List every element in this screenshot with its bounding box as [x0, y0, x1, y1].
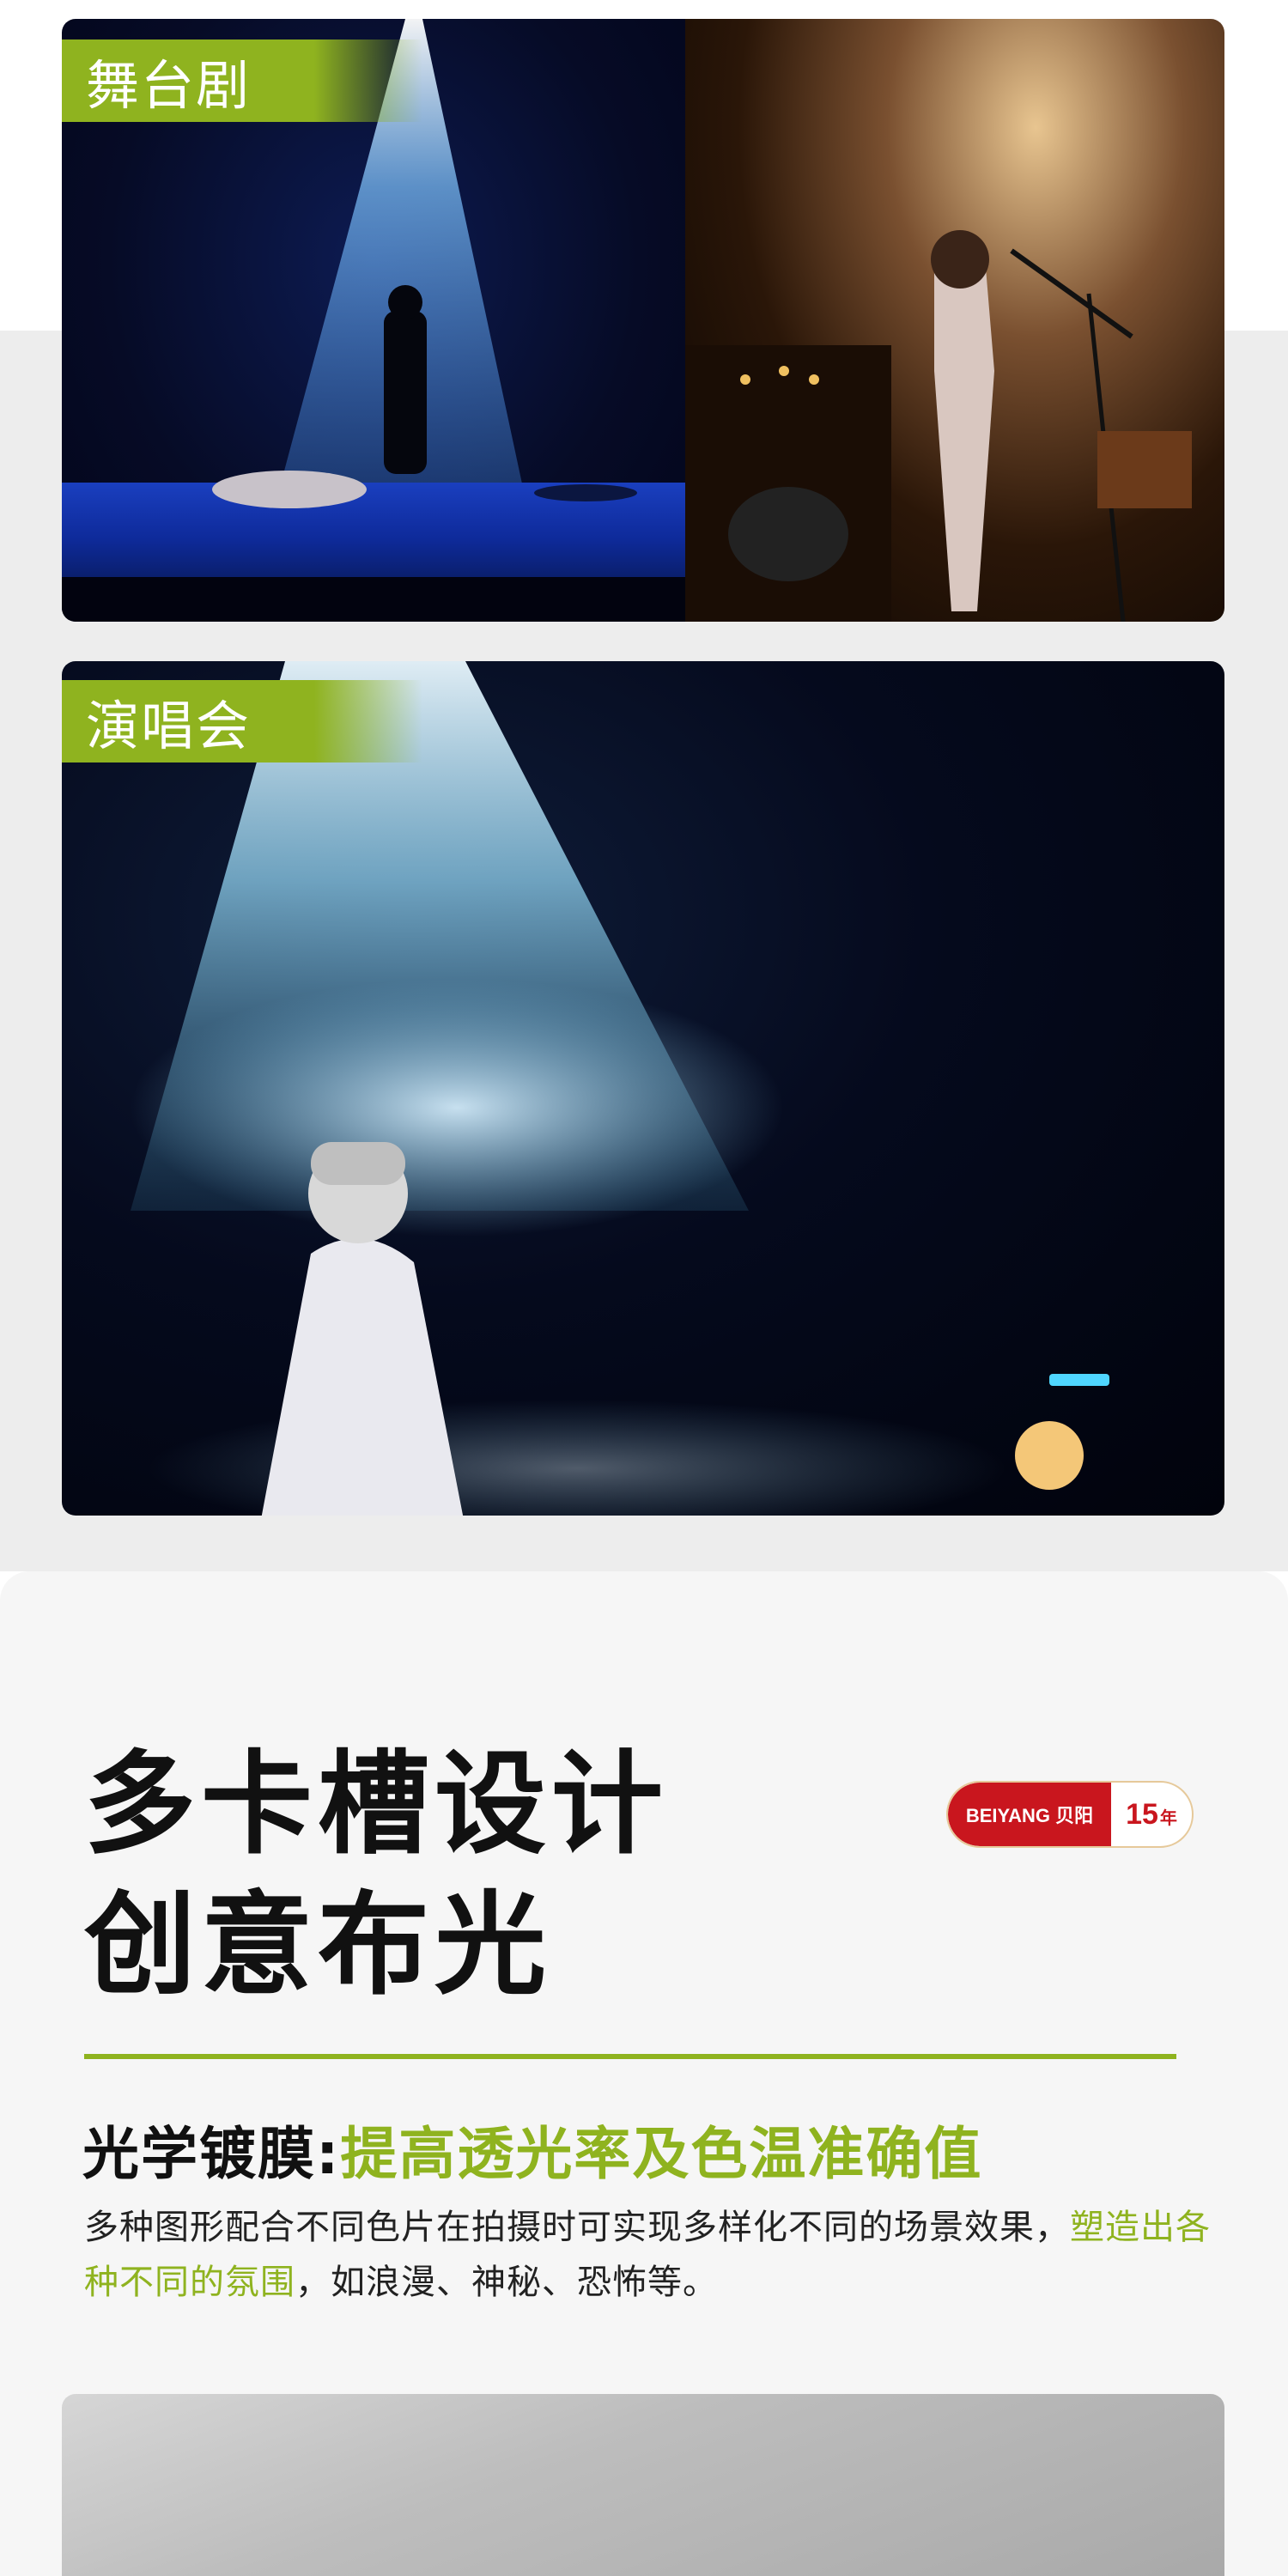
fog-spotlight-graphic [131, 661, 1109, 1516]
years-unit: 年 [1159, 1808, 1177, 1828]
concert-spotlight-photo: 演唱会 [62, 661, 1224, 1516]
product-photo-preview [62, 2394, 1224, 2576]
years-number: 15 [1126, 1797, 1158, 1831]
subhead-label: 光学镀膜: [82, 2121, 341, 2187]
feature-description: 多种图形配合不同色片在拍摄时可实现多样化不同的场景效果，塑造出各种不同的氛围，如… [84, 2200, 1218, 2310]
feature-title-line-2: 创意布光 [84, 1880, 552, 2010]
years-badge: 15 年 [1111, 1798, 1192, 1832]
singer-silhouette [685, 230, 1192, 622]
subhead-accent: 提高透光率及色温准确值 [340, 2121, 983, 2187]
section-divider [84, 2054, 1176, 2059]
desc-part-1: 多种图形配合不同色片在拍摄时可实现多样化不同的场景效果， [84, 2208, 1070, 2247]
tag-theatre: 舞台剧 [62, 39, 422, 122]
live-music-photo [685, 19, 1224, 622]
theatre-photo: 舞台剧 [62, 19, 685, 622]
feature-title-line-1: 多卡槽设计 [84, 1739, 669, 1869]
desc-part-2: ，如浪漫、神秘、恐怖等。 [295, 2263, 718, 2302]
brand-name: BEIYANG 贝阳 [948, 1783, 1111, 1846]
tag-concert: 演唱会 [62, 680, 422, 762]
brand-badge: BEIYANG 贝阳 15 年 [946, 1781, 1194, 1848]
feature-subhead: 光学镀膜:提高透光率及色温准确值 [82, 2108, 982, 2190]
